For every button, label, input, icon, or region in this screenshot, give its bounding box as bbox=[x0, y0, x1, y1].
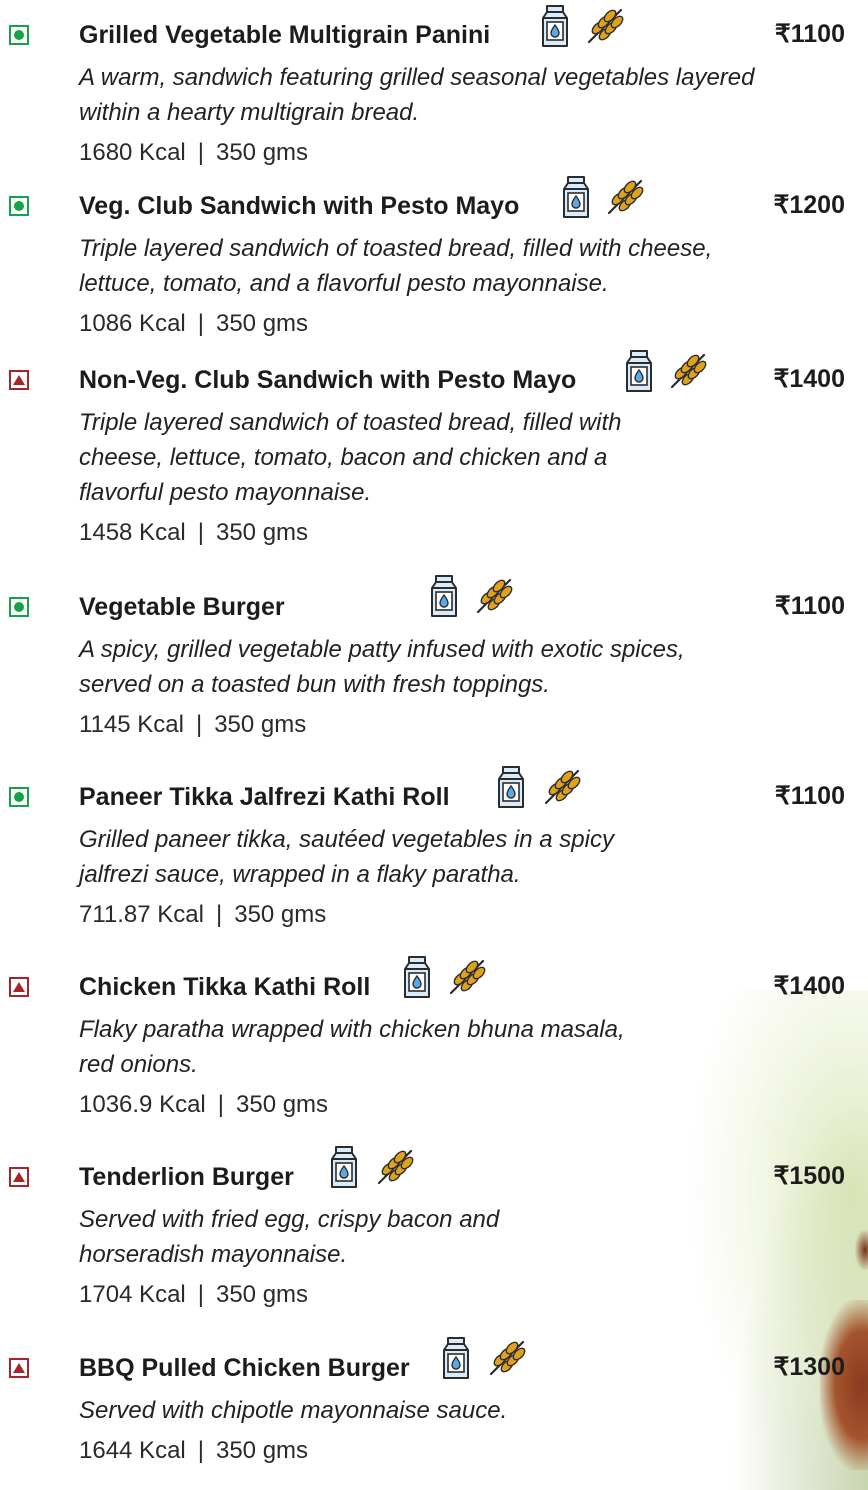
separator: | bbox=[197, 1437, 204, 1464]
milk-carton-icon bbox=[443, 1337, 469, 1379]
item-price: ₹1100 bbox=[774, 592, 845, 620]
nutrition-info: 1458 Kcal | 350 gms bbox=[79, 517, 308, 549]
nonveg-marker-icon bbox=[9, 977, 29, 997]
description-line: red onions. bbox=[79, 1051, 198, 1078]
description-line: Triple layered sandwich of toasted bread… bbox=[79, 235, 713, 262]
nutrition-info: 1145 Kcal | 350 gms bbox=[79, 709, 306, 741]
wheat-icon bbox=[377, 1149, 414, 1185]
kcal-value: 1680 Kcal bbox=[79, 139, 186, 166]
item-description: Grilled paneer tikka, sautéed vegetables… bbox=[79, 822, 868, 892]
item-price: ₹1300 bbox=[773, 1353, 845, 1381]
description-line: Grilled paneer tikka, sautéed vegetables… bbox=[79, 826, 614, 853]
milk-carton-icon bbox=[626, 350, 652, 392]
weight-value: 350 gms bbox=[215, 1281, 309, 1308]
item-description: Triple layered sandwich of toasted bread… bbox=[79, 231, 868, 301]
nutrition-info: 1086 Kcal | 350 gms bbox=[79, 308, 308, 340]
wheat-icon bbox=[449, 959, 486, 995]
milk-carton-icon bbox=[431, 575, 457, 617]
item-name: Vegetable Burger bbox=[79, 593, 285, 621]
milk-carton-icon bbox=[404, 956, 430, 998]
nutrition-info: 1644 Kcal | 350 gms bbox=[79, 1435, 308, 1467]
item-description: Flaky paratha wrapped with chicken bhuna… bbox=[79, 1012, 868, 1082]
weight-value: 350 gms bbox=[215, 310, 309, 337]
kcal-value: 1644 Kcal bbox=[79, 1437, 186, 1464]
veg-marker-icon bbox=[9, 196, 29, 216]
item-name: Veg. Club Sandwich with Pesto Mayo bbox=[79, 192, 520, 220]
item-price: ₹1100 bbox=[774, 20, 845, 48]
milk-carton-icon bbox=[331, 1146, 357, 1188]
description-line: Served with chipotle mayonnaise sauce. bbox=[79, 1397, 508, 1424]
veg-marker-icon bbox=[9, 25, 29, 45]
separator: | bbox=[195, 711, 203, 738]
kcal-value: 1036.9 Kcal bbox=[79, 1091, 206, 1118]
nutrition-info: 1704 Kcal | 350 gms bbox=[79, 1279, 308, 1311]
item-description: A spicy, grilled vegetable patty infused… bbox=[79, 632, 868, 702]
weight-value: 350 gms bbox=[234, 901, 327, 928]
item-name: BBQ Pulled Chicken Burger bbox=[79, 1354, 410, 1382]
item-price: ₹1400 bbox=[773, 365, 845, 393]
veg-marker-icon bbox=[9, 787, 29, 807]
item-name: Paneer Tikka Jalfrezi Kathi Roll bbox=[79, 783, 450, 811]
weight-value: 350 gms bbox=[215, 1437, 309, 1464]
item-description: A warm, sandwich featuring grilled seaso… bbox=[79, 60, 868, 130]
description-line: Flaky paratha wrapped with chicken bhuna… bbox=[79, 1016, 625, 1043]
separator: | bbox=[197, 139, 204, 166]
nutrition-info: 1036.9 Kcal | 350 gms bbox=[79, 1089, 328, 1121]
food-photo-meat bbox=[820, 1300, 868, 1470]
item-price: ₹1500 bbox=[773, 1162, 845, 1190]
item-price: ₹1100 bbox=[774, 782, 845, 810]
veg-marker-icon bbox=[9, 597, 29, 617]
milk-carton-icon bbox=[498, 766, 524, 808]
item-name: Tenderlion Burger bbox=[79, 1163, 294, 1191]
description-line: A warm, sandwich featuring grilled seaso… bbox=[79, 64, 755, 91]
separator: | bbox=[215, 901, 223, 928]
item-description: Served with chipotle mayonnaise sauce. bbox=[79, 1393, 868, 1428]
wheat-icon bbox=[476, 578, 513, 614]
kcal-value: 711.87 Kcal bbox=[79, 901, 204, 928]
wheat-icon bbox=[544, 769, 581, 805]
kcal-value: 1458 Kcal bbox=[79, 519, 186, 546]
nonveg-marker-icon bbox=[9, 370, 29, 390]
kcal-value: 1145 Kcal bbox=[79, 711, 184, 738]
description-line: cheese, lettuce, tomato, bacon and chick… bbox=[79, 444, 608, 471]
item-name: Non-Veg. Club Sandwich with Pesto Mayo bbox=[79, 366, 577, 394]
item-name: Grilled Vegetable Multigrain Panini bbox=[79, 21, 491, 49]
item-name: Chicken Tikka Kathi Roll bbox=[79, 973, 371, 1001]
separator: | bbox=[197, 519, 204, 546]
description-line: A spicy, grilled vegetable patty infused… bbox=[79, 636, 685, 663]
weight-value: 350 gms bbox=[215, 519, 309, 546]
item-price: ₹1400 bbox=[773, 972, 845, 1000]
nutrition-info: 711.87 Kcal | 350 gms bbox=[79, 899, 326, 931]
wheat-icon bbox=[670, 353, 707, 389]
description-line: lettuce, tomato, and a flavorful pesto m… bbox=[79, 270, 609, 297]
description-line: within a hearty multigrain bread. bbox=[79, 99, 420, 126]
separator: | bbox=[217, 1091, 224, 1118]
milk-carton-icon bbox=[563, 176, 589, 218]
nonveg-marker-icon bbox=[9, 1167, 29, 1187]
kcal-value: 1704 Kcal bbox=[79, 1281, 186, 1308]
weight-value: 350 gms bbox=[215, 139, 309, 166]
item-price: ₹1200 bbox=[773, 191, 845, 219]
wheat-icon bbox=[489, 1340, 526, 1376]
description-line: served on a toasted bun with fresh toppi… bbox=[79, 671, 550, 698]
description-line: Served with fried egg, crispy bacon and bbox=[79, 1206, 500, 1233]
milk-carton-icon bbox=[542, 5, 568, 47]
wheat-icon bbox=[587, 8, 624, 44]
item-description: Triple layered sandwich of toasted bread… bbox=[79, 405, 868, 510]
description-line: horseradish mayonnaise. bbox=[79, 1241, 348, 1268]
nutrition-info: 1680 Kcal | 350 gms bbox=[79, 137, 308, 169]
weight-value: 350 gms bbox=[236, 1091, 329, 1118]
separator: | bbox=[197, 1281, 204, 1308]
nonveg-marker-icon bbox=[9, 1358, 29, 1378]
description-line: jalfrezi sauce, wrapped in a flaky parat… bbox=[79, 861, 521, 888]
weight-value: 350 gms bbox=[214, 711, 307, 738]
separator: | bbox=[197, 310, 204, 337]
description-line: Triple layered sandwich of toasted bread… bbox=[79, 409, 622, 436]
kcal-value: 1086 Kcal bbox=[79, 310, 186, 337]
wheat-icon bbox=[607, 179, 644, 215]
description-line: flavorful pesto mayonnaise. bbox=[79, 479, 372, 506]
item-description: Served with fried egg, crispy bacon and … bbox=[79, 1202, 868, 1272]
